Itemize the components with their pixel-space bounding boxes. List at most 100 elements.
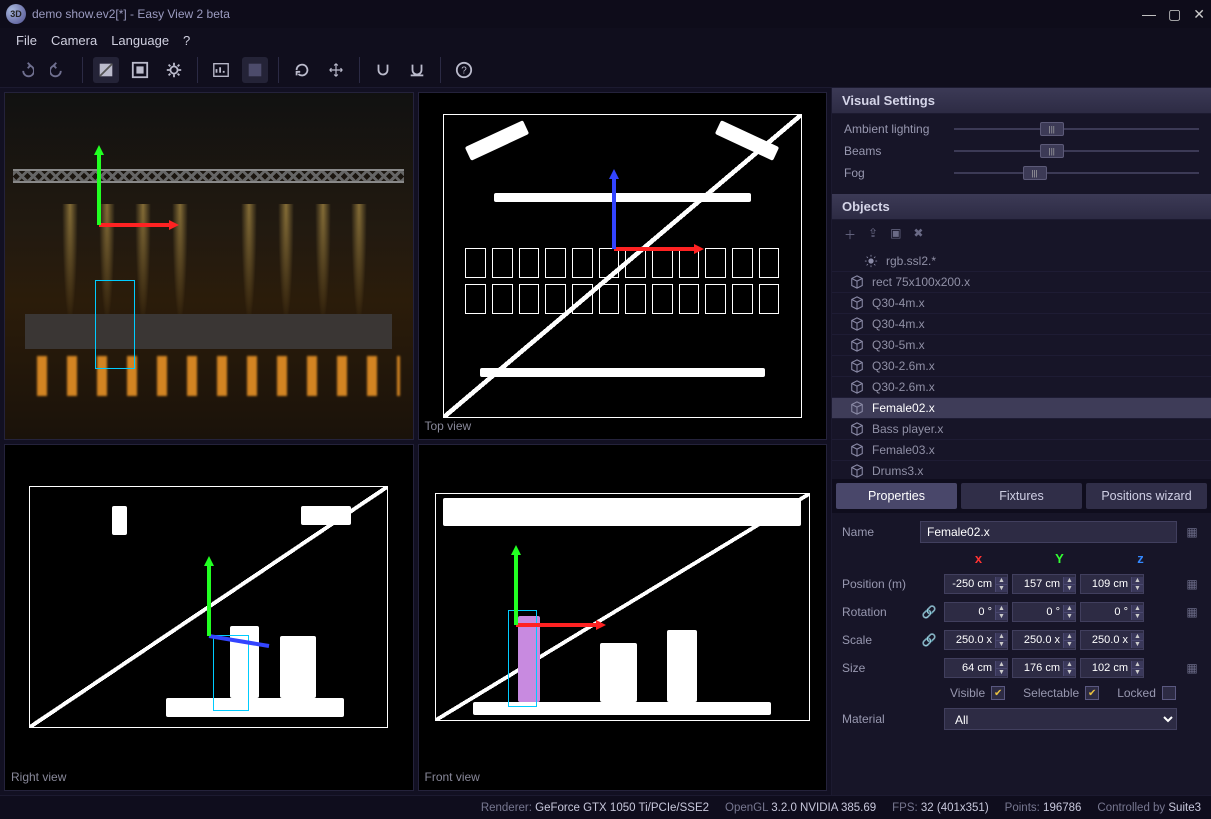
menu-camera[interactable]: Camera xyxy=(51,33,97,48)
position-x-stepper[interactable]: ▲▼ xyxy=(944,574,1008,594)
object-item[interactable]: Female03.x xyxy=(832,440,1211,461)
ambient-lighting-slider[interactable]: ||| xyxy=(954,122,1199,136)
position-y-stepper[interactable]: ▲▼ xyxy=(1012,574,1076,594)
rotate-icon[interactable] xyxy=(289,57,315,83)
gizmo-icon[interactable] xyxy=(614,248,624,262)
beams-row: Beams ||| xyxy=(832,140,1211,162)
visual-settings-panel: Ambient lighting ||| Beams ||| Fog ||| xyxy=(832,114,1211,194)
status-bar: Renderer: GeForce GTX 1050 Ti/PCIe/SSE2 … xyxy=(0,795,1211,819)
duplicate-object-icon[interactable]: ▣ xyxy=(890,226,901,243)
scale-y-stepper[interactable]: ▲▼ xyxy=(1012,630,1076,650)
position-more-icon[interactable]: ▦ xyxy=(1183,577,1201,591)
undo-icon[interactable] xyxy=(12,57,38,83)
gizmo-icon[interactable] xyxy=(516,624,526,638)
visual-settings-header: Visual Settings xyxy=(832,88,1211,114)
fog-slider[interactable]: ||| xyxy=(954,166,1199,180)
name-field[interactable] xyxy=(920,521,1177,543)
scale-x-stepper[interactable]: ▲▼ xyxy=(944,630,1008,650)
tab-fixtures[interactable]: Fixtures xyxy=(961,483,1082,509)
object-item[interactable]: Q30-5m.x xyxy=(832,335,1211,356)
controlled-value: Suite3 xyxy=(1168,802,1201,814)
points-value: 196786 xyxy=(1043,802,1081,814)
link-icon[interactable]: 🔗 xyxy=(920,633,938,647)
slider-label: Ambient lighting xyxy=(844,122,944,136)
ambient-lighting-row: Ambient lighting ||| xyxy=(832,118,1211,140)
render-scene xyxy=(5,93,413,439)
object-item-label: rect 75x100x200.x xyxy=(872,275,970,289)
viewport-perspective[interactable] xyxy=(4,92,414,440)
gizmo-icon[interactable] xyxy=(99,224,109,238)
position-z-stepper[interactable]: ▲▼ xyxy=(1080,574,1144,594)
cube-icon xyxy=(850,296,864,310)
scale-z-stepper[interactable]: ▲▼ xyxy=(1080,630,1144,650)
object-item[interactable]: rect 75x100x200.x xyxy=(832,272,1211,293)
objects-list[interactable]: rgb.ssl2.* rect 75x100x200.x Q30-4m.xQ30-4… xyxy=(832,249,1211,479)
help-icon[interactable]: ? xyxy=(451,57,477,83)
main-area: Top view Right view xyxy=(0,88,1211,795)
size-x-stepper[interactable]: ▲▼ xyxy=(944,658,1008,678)
position-label: Position (m) xyxy=(842,577,914,591)
menu-help[interactable]: ? xyxy=(183,33,190,48)
renderer-value: GeForce GTX 1050 Ti/PCIe/SSE2 xyxy=(535,802,709,814)
opengl-label: OpenGL xyxy=(725,802,768,814)
light-icon xyxy=(864,254,878,268)
object-item[interactable]: Q30-4m.x xyxy=(832,293,1211,314)
selectable-checkbox[interactable]: ✔ xyxy=(1085,686,1099,700)
delete-object-icon[interactable]: ✖ xyxy=(913,226,923,243)
side-panel: Visual Settings Ambient lighting ||| Bea… xyxy=(831,88,1211,795)
snap-icon[interactable] xyxy=(370,57,396,83)
minimize-icon[interactable]: — xyxy=(1142,6,1156,22)
svg-text:?: ? xyxy=(461,65,467,76)
edit-name-icon[interactable]: ▦ xyxy=(1183,525,1201,539)
visible-checkbox[interactable]: ✔ xyxy=(991,686,1005,700)
rotation-z-stepper[interactable]: ▲▼ xyxy=(1080,602,1144,622)
object-item[interactable]: Female02.x xyxy=(832,398,1211,419)
object-item[interactable]: Bass player.x xyxy=(832,419,1211,440)
object-item[interactable]: Q30-2.6m.x xyxy=(832,377,1211,398)
viewport-right[interactable]: Right view xyxy=(4,444,414,792)
size-more-icon[interactable]: ▦ xyxy=(1183,661,1201,675)
size-y-stepper[interactable]: ▲▼ xyxy=(1012,658,1076,678)
objects-header: Objects xyxy=(832,194,1211,220)
rotation-x-stepper[interactable]: ▲▼ xyxy=(944,602,1008,622)
object-item[interactable]: Q30-4m.x xyxy=(832,314,1211,335)
settings-icon[interactable] xyxy=(161,57,187,83)
link-icon[interactable]: 🔗 xyxy=(920,605,938,619)
size-z-stepper[interactable]: ▲▼ xyxy=(1080,658,1144,678)
material-select[interactable]: All xyxy=(944,708,1177,730)
grid-icon[interactable] xyxy=(242,57,268,83)
add-object-icon[interactable]: ＋ xyxy=(844,226,856,243)
locked-checkbox[interactable] xyxy=(1162,686,1176,700)
gizmo-icon[interactable] xyxy=(209,635,219,649)
points-label: Points: xyxy=(1005,802,1040,814)
cube-icon xyxy=(850,422,864,436)
viewport-top[interactable]: Top view xyxy=(418,92,828,440)
move-icon[interactable] xyxy=(323,57,349,83)
stats-icon[interactable] xyxy=(208,57,234,83)
object-item[interactable]: Drums3.x xyxy=(832,461,1211,479)
menu-file[interactable]: File xyxy=(16,33,37,48)
object-item[interactable]: Q30-2.6m.x xyxy=(832,356,1211,377)
render-mode-icon[interactable] xyxy=(93,57,119,83)
import-object-icon[interactable]: ⇪ xyxy=(868,226,878,243)
maximize-icon[interactable]: ▢ xyxy=(1168,6,1181,23)
object-item[interactable]: rgb.ssl2.* xyxy=(832,251,1211,272)
tab-positions-wizard[interactable]: Positions wizard xyxy=(1086,483,1207,509)
rotation-more-icon[interactable]: ▦ xyxy=(1183,605,1201,619)
menu-language[interactable]: Language xyxy=(111,33,169,48)
tab-properties[interactable]: Properties xyxy=(836,483,957,509)
cube-icon xyxy=(850,338,864,352)
wireframe xyxy=(435,493,810,721)
controlled-label: Controlled by xyxy=(1097,802,1165,814)
object-item-label: Q30-2.6m.x xyxy=(872,359,935,373)
beams-slider[interactable]: ||| xyxy=(954,144,1199,158)
rotation-y-stepper[interactable]: ▲▼ xyxy=(1012,602,1076,622)
layout-icon[interactable] xyxy=(127,57,153,83)
menu-bar: File Camera Language ? xyxy=(0,28,1211,52)
snap2-icon[interactable] xyxy=(404,57,430,83)
viewport-front[interactable]: Front view xyxy=(418,444,828,792)
cube-icon xyxy=(850,443,864,457)
redo-icon[interactable] xyxy=(46,57,72,83)
close-icon[interactable]: ✕ xyxy=(1193,6,1205,23)
object-item-label: rgb.ssl2.* xyxy=(886,254,936,268)
